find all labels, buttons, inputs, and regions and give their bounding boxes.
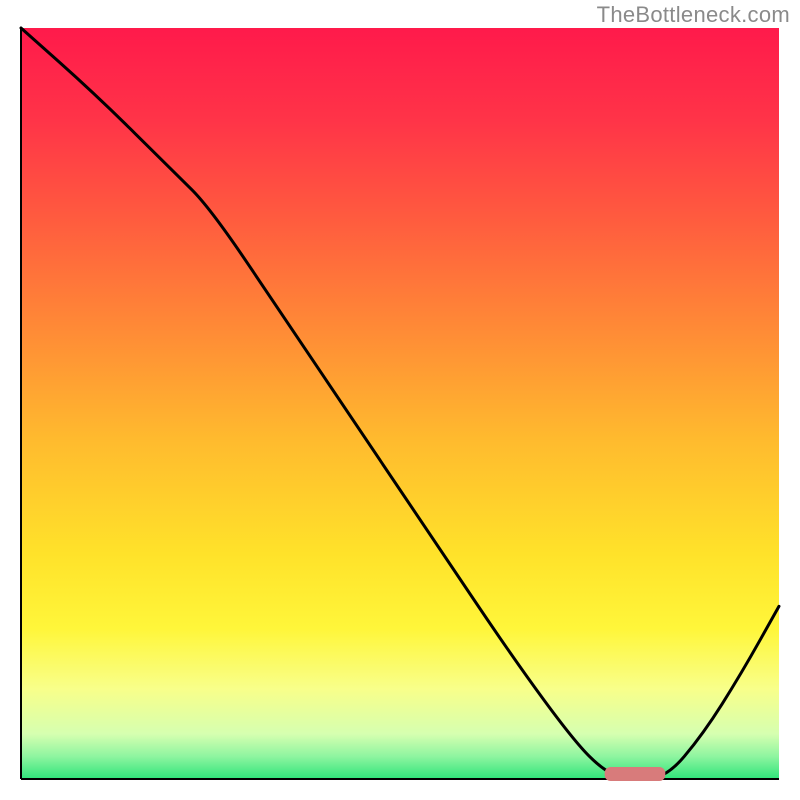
chart-container: TheBottleneck.com <box>0 0 800 800</box>
bottleneck-chart <box>0 0 800 800</box>
plot-background <box>21 28 779 779</box>
optimal-marker <box>605 767 666 781</box>
watermark-text: TheBottleneck.com <box>597 2 790 28</box>
